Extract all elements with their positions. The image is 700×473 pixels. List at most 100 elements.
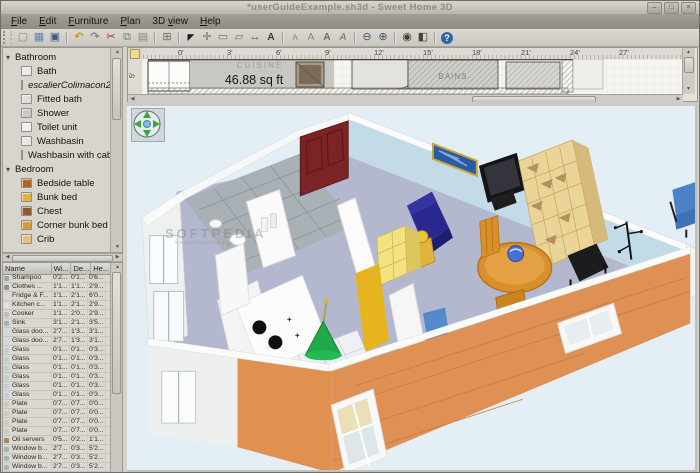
collapse-icon[interactable]: ▾ (6, 165, 15, 174)
plan-furniture-chest[interactable] (296, 62, 324, 87)
scroll-left-icon[interactable]: ◀ (3, 253, 12, 262)
catalog-item-toilet-unit[interactable]: Toilet unit (3, 120, 111, 134)
scrollbar-thumb[interactable] (684, 57, 694, 73)
title-bar[interactable]: *userGuideExample.sh3d - Sweet Home 3D –… (1, 1, 699, 15)
table-row[interactable]: Oil servers0'5...0'2...1'1... (3, 436, 111, 445)
add-furniture-icon[interactable]: ⊞ (160, 30, 175, 45)
menu-3d-view[interactable]: 3D view (146, 15, 194, 28)
table-row[interactable]: Shampoo0'2...0'1...0'6... (3, 274, 111, 283)
photo-icon[interactable]: ◉ (400, 30, 415, 45)
table-row[interactable]: Glass0'1...0'1...0'3... (3, 373, 111, 382)
level-tab-icon[interactable] (130, 49, 140, 59)
catalog-item-bedside-table[interactable]: Bedside table (3, 176, 111, 190)
column-header-name[interactable]: Name (3, 263, 52, 274)
scroll-down-icon[interactable]: ▼ (113, 243, 122, 252)
zoom-in-icon[interactable]: ⊕ (376, 30, 391, 45)
compass-navigation-icon[interactable] (131, 108, 165, 142)
plan-canvas[interactable]: CUISINE 46.88 sq ft BAINS (142, 59, 683, 95)
table-row[interactable]: Glass0'1...0'1...0'3... (3, 364, 111, 373)
catalog-item-label: Chest (37, 206, 62, 217)
table-row[interactable]: Glass0'1...0'1...0'3... (3, 346, 111, 355)
table-row[interactable]: Plate0'7...0'7...0'0... (3, 418, 111, 427)
table-row[interactable]: Glass0'1...0'1...0'3... (3, 382, 111, 391)
scroll-down-icon[interactable]: ▼ (684, 85, 693, 94)
undo-icon[interactable]: ↶ (72, 30, 87, 45)
table-row[interactable]: Fridge & F...1'1...2'1...6'0... (3, 292, 111, 301)
table-row[interactable]: Glass0'1...0'1...0'3... (3, 391, 111, 400)
catalog-item-crib[interactable]: Crib (3, 232, 111, 246)
table-row[interactable]: Window b...2'7...0'3...5'2... (3, 463, 111, 472)
paste-icon[interactable]: ▤ (136, 30, 151, 45)
table-row[interactable]: Cooker1'1...2'0...2'9... (3, 310, 111, 319)
menu-edit[interactable]: Edit (33, 15, 62, 28)
table-row[interactable]: Glass doo...2'7...1'3...3'1... (3, 337, 111, 346)
text-style-small-icon[interactable]: A (288, 30, 303, 45)
menu-help[interactable]: Help (194, 15, 227, 28)
cut-icon[interactable]: ✂ (104, 30, 119, 45)
scrollbar-thumb[interactable] (112, 58, 121, 120)
table-row[interactable]: Plate0'7...0'7...0'0... (3, 400, 111, 409)
table-row[interactable]: Window b...2'7...0'3...5'2... (3, 454, 111, 463)
column-header-he[interactable]: He... (91, 263, 111, 274)
catalog-item-corner-bunk-bed[interactable]: Corner bunk bed (3, 218, 111, 232)
3d-view[interactable]: SOFTPEDIA www.softpedia.com (127, 106, 698, 473)
menu-plan[interactable]: Plan (114, 15, 146, 28)
catalog-item-shower[interactable]: Shower (3, 106, 111, 120)
menu-file[interactable]: File (5, 15, 33, 28)
catalog-item-washbasin[interactable]: Washbasin (3, 134, 111, 148)
menu-furniture[interactable]: Furniture (62, 15, 114, 28)
text-style-regular-icon[interactable]: A (304, 30, 319, 45)
video-icon[interactable]: ◧ (416, 30, 431, 45)
catalog-item-bath[interactable]: Bath (3, 64, 111, 78)
catalog-vertical-scrollbar[interactable]: ▲ ▼ (110, 48, 122, 252)
table-row[interactable]: Glass doo...2'7...1'3...3'1... (3, 328, 111, 337)
text-style-bold-icon[interactable]: A (320, 30, 335, 45)
zoom-out-icon[interactable]: ⊖ (360, 30, 375, 45)
category-bedroom[interactable]: ▾Bedroom (3, 162, 111, 176)
create-dimensions-icon[interactable]: ↔ (248, 30, 263, 45)
column-header-de[interactable]: De... (71, 263, 91, 274)
scroll-right-icon[interactable]: ▶ (113, 253, 122, 262)
catalog-item-washbasin-with-cabine[interactable]: Washbasin with cabine (3, 148, 111, 162)
catalog-horizontal-scrollbar[interactable]: ◀ ▶ (2, 253, 123, 262)
table-row[interactable]: Sink3'1...2'1...3'5... (3, 319, 111, 328)
table-vertical-scrollbar[interactable]: ▲ (110, 263, 122, 472)
create-walls-icon[interactable]: ▭ (216, 30, 231, 45)
app-window: *userGuideExample.sh3d - Sweet Home 3D –… (0, 0, 700, 473)
help-icon[interactable]: ? (441, 32, 453, 44)
table-row[interactable]: Plate0'7...0'7...0'0... (3, 409, 111, 418)
table-row[interactable]: Clothes ...1'1...1'1...2'9... (3, 283, 111, 292)
select-icon[interactable]: ◤ (184, 30, 199, 45)
catalog-item-fitted-bath[interactable]: Fitted bath (3, 92, 111, 106)
table-row[interactable]: Plate0'7...0'7...0'0... (3, 427, 111, 436)
text-style-italic-icon[interactable]: A (336, 30, 351, 45)
column-header-wi[interactable]: Wi... (52, 263, 72, 274)
create-rooms-icon[interactable]: ▱ (232, 30, 247, 45)
category-bathroom[interactable]: ▾Bathroom (3, 50, 111, 64)
toolbar-drag-handle[interactable] (3, 31, 12, 44)
pan-icon[interactable]: ✛ (200, 30, 215, 45)
table-row[interactable]: Glass0'1...0'1...0'3... (3, 355, 111, 364)
catalog-item-bunk-bed[interactable]: Bunk bed (3, 190, 111, 204)
ruler-label: 27' (619, 48, 629, 57)
scroll-up-icon[interactable]: ▲ (113, 48, 122, 57)
scroll-up-icon[interactable]: ▲ (684, 48, 693, 57)
scrollbar-thumb[interactable] (12, 255, 113, 262)
catalog-item-escaliercolimacon2[interactable]: escalierColimacon2 (3, 78, 111, 92)
catalog-item-chest[interactable]: Chest (3, 204, 111, 218)
maximize-button[interactable]: □ (664, 2, 679, 14)
new-document-icon[interactable]: ▢ (16, 30, 31, 45)
scrollbar-thumb[interactable] (112, 272, 121, 394)
copy-icon[interactable]: ⧉ (120, 30, 135, 45)
table-row[interactable]: Kitchen c...1'1...2'1...2'9... (3, 301, 111, 310)
redo-icon[interactable]: ↷ (88, 30, 103, 45)
plan-vertical-scrollbar[interactable]: ▲ ▼ (682, 48, 695, 94)
minimize-button[interactable]: – (647, 2, 662, 14)
table-row[interactable]: Window b...2'7...0'3...5'2... (3, 445, 111, 454)
collapse-icon[interactable]: ▾ (6, 53, 15, 62)
save-icon[interactable]: ▣ (48, 30, 63, 45)
open-icon[interactable]: ▦ (32, 30, 47, 45)
create-text-icon[interactable]: A (264, 30, 279, 45)
scroll-up-icon[interactable]: ▲ (113, 263, 122, 272)
close-button[interactable]: × (681, 2, 696, 14)
